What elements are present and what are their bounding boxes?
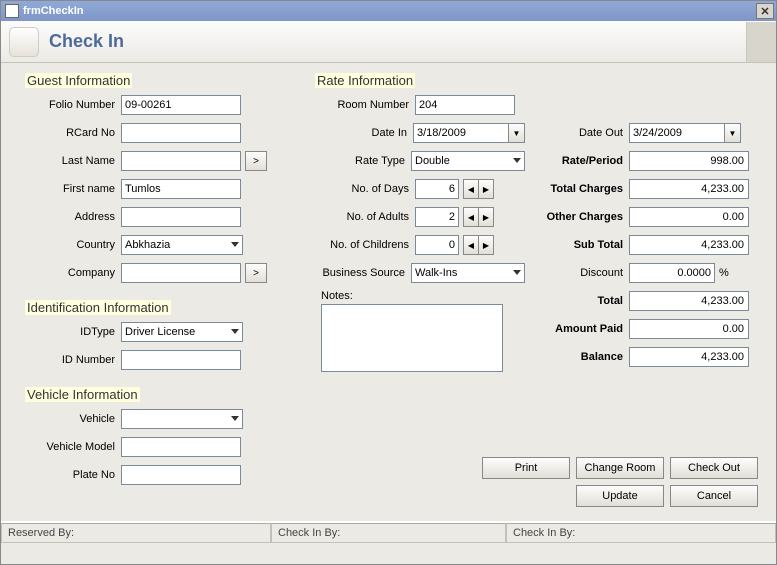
adults-label: No. of Adults bbox=[315, 211, 415, 223]
check-out-button[interactable]: Check Out bbox=[670, 457, 758, 479]
change-room-button[interactable]: Change Room bbox=[576, 457, 664, 479]
close-icon: ✕ bbox=[760, 5, 769, 18]
address-label: Address bbox=[25, 211, 121, 223]
days-input[interactable] bbox=[415, 179, 459, 199]
status-reserved-by: Reserved By: bbox=[1, 523, 271, 543]
children-spinner: ◀ ▶ bbox=[463, 235, 494, 255]
address-input[interactable] bbox=[121, 207, 241, 227]
page-title: Check In bbox=[49, 31, 746, 52]
plate-input[interactable] bbox=[121, 465, 241, 485]
vehicle-model-label: Vehicle Model bbox=[25, 441, 121, 453]
dateout-label: Date Out bbox=[539, 127, 629, 139]
folio-label: Folio Number bbox=[25, 99, 121, 111]
total-output: 4,233.00 bbox=[629, 291, 749, 311]
company-label: Company bbox=[25, 267, 121, 279]
days-increment-button[interactable]: ▶ bbox=[478, 179, 494, 199]
plate-label: Plate No bbox=[25, 469, 121, 481]
page-icon bbox=[9, 27, 39, 57]
room-input[interactable] bbox=[415, 95, 515, 115]
datein-dropdown-icon[interactable]: ▼ bbox=[508, 124, 524, 142]
othercharges-output: 0.00 bbox=[629, 207, 749, 227]
children-decrement-button[interactable]: ◀ bbox=[463, 235, 479, 255]
total-label: Total bbox=[539, 295, 629, 307]
country-label: Country bbox=[25, 239, 121, 251]
vehicle-label: Vehicle bbox=[25, 413, 121, 425]
notes-textarea[interactable] bbox=[321, 304, 503, 372]
amountpaid-output: 0.00 bbox=[629, 319, 749, 339]
status-checkin-by-2: Check In By: bbox=[506, 523, 776, 543]
adults-increment-button[interactable]: ▶ bbox=[478, 207, 494, 227]
firstname-label: First name bbox=[25, 183, 121, 195]
update-button[interactable]: Update bbox=[576, 485, 664, 507]
notes-label: Notes: bbox=[321, 290, 525, 302]
vehicle-select[interactable] bbox=[121, 409, 243, 429]
adults-input[interactable] bbox=[415, 207, 459, 227]
days-spinner: ◀ ▶ bbox=[463, 179, 494, 199]
balance-label: Balance bbox=[539, 351, 629, 363]
lastname-lookup-button[interactable]: > bbox=[245, 151, 267, 171]
vehicle-model-input[interactable] bbox=[121, 437, 241, 457]
dateout-dropdown-icon[interactable]: ▼ bbox=[724, 124, 740, 142]
amountpaid-link[interactable]: Amount Paid bbox=[539, 323, 629, 335]
status-checkin-by-1: Check In By: bbox=[271, 523, 506, 543]
section-rate-info: Rate Information bbox=[315, 73, 415, 88]
discount-unit: % bbox=[719, 267, 729, 279]
days-label: No. of Days bbox=[315, 183, 415, 195]
print-button[interactable]: Print bbox=[482, 457, 570, 479]
form-body: Guest Information Folio Number RCard No … bbox=[1, 63, 776, 521]
bsource-select[interactable]: Walk-Ins bbox=[411, 263, 525, 283]
subtotal-output: 4,233.00 bbox=[629, 235, 749, 255]
adults-spinner: ◀ ▶ bbox=[463, 207, 494, 227]
cancel-button[interactable]: Cancel bbox=[670, 485, 758, 507]
rcard-input[interactable] bbox=[121, 123, 241, 143]
idtype-label: IDType bbox=[25, 326, 121, 338]
datein-label: Date In bbox=[315, 127, 413, 139]
section-guest-info: Guest Information bbox=[25, 73, 132, 88]
balance-output: 4,233.00 bbox=[629, 347, 749, 367]
totalcharges-label: Total Charges bbox=[539, 183, 629, 195]
othercharges-link[interactable]: Other Charges bbox=[539, 211, 629, 223]
bsource-label: Business Source bbox=[315, 267, 411, 279]
subtotal-label: Sub Total bbox=[539, 239, 629, 251]
country-select[interactable]: Abkhazia bbox=[121, 235, 243, 255]
app-icon bbox=[5, 4, 19, 18]
title-bar: frmCheckIn ✕ bbox=[1, 1, 776, 21]
ratetype-label: Rate Type bbox=[315, 155, 411, 167]
room-label: Room Number bbox=[315, 99, 415, 111]
right-column: Rate Information Room Number Date In ▼ bbox=[315, 73, 758, 492]
children-label: No. of Childrens bbox=[315, 239, 415, 251]
close-button[interactable]: ✕ bbox=[756, 3, 774, 19]
rate-right: Date Out ▼ Rate/Period 998.00 Total Char… bbox=[539, 94, 758, 375]
lastname-label: Last Name bbox=[25, 155, 121, 167]
totalcharges-output: 4,233.00 bbox=[629, 179, 749, 199]
company-input[interactable] bbox=[121, 263, 241, 283]
adults-decrement-button[interactable]: ◀ bbox=[463, 207, 479, 227]
status-bar: Reserved By: Check In By: Check In By: bbox=[1, 521, 776, 543]
rateperiod-link[interactable]: Rate/Period bbox=[539, 155, 629, 167]
left-column: Guest Information Folio Number RCard No … bbox=[25, 73, 285, 492]
children-increment-button[interactable]: ▶ bbox=[478, 235, 494, 255]
firstname-input[interactable] bbox=[121, 179, 241, 199]
discount-label: Discount bbox=[539, 267, 629, 279]
rcard-label: RCard No bbox=[25, 127, 121, 139]
idnumber-label: ID Number bbox=[25, 354, 121, 366]
idtype-select[interactable]: Driver License bbox=[121, 322, 243, 342]
window-title: frmCheckIn bbox=[23, 5, 756, 17]
action-buttons: Print Change Room Check Out Update Cance… bbox=[482, 457, 758, 507]
header-right-box bbox=[746, 22, 776, 62]
ratetype-select[interactable]: Double bbox=[411, 151, 525, 171]
lastname-input[interactable] bbox=[121, 151, 241, 171]
days-decrement-button[interactable]: ◀ bbox=[463, 179, 479, 199]
company-lookup-button[interactable]: > bbox=[245, 263, 267, 283]
rateperiod-output: 998.00 bbox=[629, 151, 749, 171]
section-ident-info: Identification Information bbox=[25, 300, 171, 315]
folio-input[interactable] bbox=[121, 95, 241, 115]
discount-input[interactable] bbox=[629, 263, 715, 283]
children-input[interactable] bbox=[415, 235, 459, 255]
idnumber-input[interactable] bbox=[121, 350, 241, 370]
section-vehicle-info: Vehicle Information bbox=[25, 387, 140, 402]
rate-left: Room Number Date In ▼ Rate Type bbox=[315, 94, 525, 375]
header-band: Check In bbox=[1, 21, 776, 63]
